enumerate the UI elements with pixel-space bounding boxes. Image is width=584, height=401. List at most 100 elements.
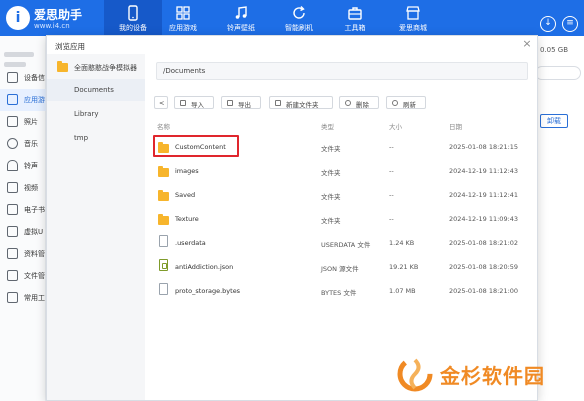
column-size[interactable]: 大小 xyxy=(389,121,402,131)
book-icon xyxy=(7,204,18,215)
sidebar-item-music[interactable]: 音乐 xyxy=(0,133,46,155)
table-row[interactable]: Saved 文件夹 -- 2024-12-19 11:12:41 xyxy=(149,183,537,207)
refresh-icon xyxy=(293,6,305,19)
file-toolbar: < 导入 导出 新建文件夹 删除 刷新 xyxy=(154,96,534,110)
file-date: 2024-12-19 11:12:41 xyxy=(449,191,519,199)
file-type: 文件夹 xyxy=(321,217,341,225)
sidebar-item-label: 虚拟U xyxy=(24,228,44,236)
file-date: 2025-01-08 18:21:15 xyxy=(449,143,519,151)
app-name: 爱思助手 xyxy=(34,8,83,22)
sidebar-item-label: 应用游 xyxy=(24,96,45,104)
file-list-header: 名称 类型 大小 日期 xyxy=(149,118,537,132)
sidebar-item-file-manager[interactable]: 文件管 xyxy=(0,265,46,287)
column-type[interactable]: 类型 xyxy=(321,121,334,131)
sidebar: 设备信 应用游 照片 音乐 铃声 视频 电子书 虚拟U 资料管 文件管 常用工 xyxy=(0,36,46,401)
tree-item-library[interactable]: Library xyxy=(47,103,145,125)
watermark: 金杉软件园 xyxy=(396,352,582,398)
folder-icon xyxy=(57,61,68,72)
tree-item-app-root[interactable]: 全面憨憨战争模拟器 xyxy=(47,56,145,78)
refresh-icon xyxy=(392,100,398,106)
dialog-header: 浏览应用 × xyxy=(47,36,537,54)
sidebar-item-apps[interactable]: 应用游 xyxy=(0,89,46,111)
table-row[interactable]: CustomContent 文件夹 -- 2025-01-08 18:21:15 xyxy=(149,135,537,159)
table-row[interactable]: images 文件夹 -- 2024-12-19 11:12:43 xyxy=(149,159,537,183)
top-bar: i 爱思助手 www.i4.cn 我的设备 应用游戏 铃声壁纸 智能刷机 工具箱… xyxy=(0,0,584,36)
usb-icon xyxy=(7,226,18,237)
tree-item-label: 全面憨憨战争模拟器 xyxy=(74,64,137,72)
sidebar-item-label: 视频 xyxy=(24,184,38,192)
watermark-logo-icon xyxy=(397,356,433,392)
refresh-button[interactable]: 刷新 xyxy=(386,96,426,109)
column-date[interactable]: 日期 xyxy=(449,121,462,131)
dialog-title: 浏览应用 xyxy=(55,42,85,51)
search-input[interactable] xyxy=(535,66,581,80)
import-button[interactable]: 导入 xyxy=(174,96,214,109)
tree-item-documents[interactable]: Documents xyxy=(47,79,145,101)
current-path: /Documents xyxy=(163,67,206,75)
delete-icon xyxy=(345,100,351,106)
store-icon xyxy=(406,6,420,20)
folder-icon xyxy=(158,166,169,177)
download-icon[interactable]: ↓ xyxy=(540,16,556,32)
file-size: -- xyxy=(389,167,394,175)
back-button[interactable]: < xyxy=(154,96,168,109)
file-name: antiAddiction.json xyxy=(175,263,234,271)
photo-icon xyxy=(7,116,18,127)
device-name-placeholder xyxy=(4,52,34,57)
file-size: 1.07 MB xyxy=(389,287,416,295)
export-button[interactable]: 导出 xyxy=(221,96,261,109)
menu-icon[interactable]: ≡ xyxy=(562,16,578,32)
path-bar[interactable]: /Documents xyxy=(156,62,528,80)
export-icon xyxy=(227,100,233,106)
sidebar-item-label: 铃声 xyxy=(24,162,38,170)
nav-label: 应用游戏 xyxy=(169,24,197,32)
nav-flash[interactable]: 智能刷机 xyxy=(270,0,328,36)
watermark-text: 金杉软件园 xyxy=(440,364,545,388)
back-arrow-icon: < xyxy=(159,99,165,107)
sidebar-item-data-manager[interactable]: 资料管 xyxy=(0,243,46,265)
table-row[interactable]: antiAddiction.json JSON 源文件 19.21 KB 202… xyxy=(149,255,537,279)
tree-item-label: Library xyxy=(74,110,99,118)
sidebar-item-ringtones[interactable]: 铃声 xyxy=(0,155,46,177)
table-row[interactable]: proto_storage.bytes BYTES 文件 1.07 MB 202… xyxy=(149,279,537,303)
file-icon xyxy=(159,235,168,247)
import-label: 导入 xyxy=(191,101,204,109)
delete-button[interactable]: 删除 xyxy=(339,96,379,109)
table-row[interactable]: Texture 文件夹 -- 2024-12-19 11:09:43 xyxy=(149,207,537,231)
table-row[interactable]: .userdata USERDATA 文件 1.24 KB 2025-01-08… xyxy=(149,231,537,255)
nav-apps-games[interactable]: 应用游戏 xyxy=(154,0,212,36)
json-file-icon xyxy=(159,259,168,271)
folder-icon xyxy=(158,190,169,201)
sidebar-item-ebooks[interactable]: 电子书 xyxy=(0,199,46,221)
tree-item-label: tmp xyxy=(74,134,89,142)
new-folder-button[interactable]: 新建文件夹 xyxy=(269,96,333,109)
nav-label: 铃声壁纸 xyxy=(227,24,255,32)
sidebar-item-label: 照片 xyxy=(24,118,38,126)
nav-ringtones[interactable]: 铃声壁纸 xyxy=(212,0,270,36)
nav-label: 爱思商城 xyxy=(399,24,427,32)
sidebar-item-common-tools[interactable]: 常用工 xyxy=(0,287,46,309)
music-icon xyxy=(235,6,247,19)
brand: i 爱思助手 www.i4.cn xyxy=(4,3,100,33)
tree-item-tmp[interactable]: tmp xyxy=(47,127,145,149)
video-icon xyxy=(7,182,18,193)
sidebar-item-photos[interactable]: 照片 xyxy=(0,111,46,133)
sidebar-item-virtual-usb[interactable]: 虚拟U xyxy=(0,221,46,243)
device-icon xyxy=(7,72,18,83)
file-type: 文件夹 xyxy=(321,169,341,177)
nav-toolbox[interactable]: 工具箱 xyxy=(326,0,384,36)
column-name[interactable]: 名称 xyxy=(157,121,170,131)
bell-icon xyxy=(7,160,18,171)
nav-store[interactable]: 爱思商城 xyxy=(384,0,442,36)
file-size: -- xyxy=(389,191,394,199)
phone-icon xyxy=(128,5,138,21)
app-url: www.i4.cn xyxy=(34,22,70,30)
i4-logo-icon: i xyxy=(6,6,30,30)
export-label: 导出 xyxy=(238,101,251,109)
uninstall-button[interactable]: 卸载 xyxy=(540,114,568,128)
close-icon[interactable]: × xyxy=(521,38,533,50)
sidebar-item-video[interactable]: 视频 xyxy=(0,177,46,199)
folder-tree: 全面憨憨战争模拟器 Documents Library tmp xyxy=(47,54,145,400)
sidebar-item-device-info[interactable]: 设备信 xyxy=(0,67,46,89)
file-name: proto_storage.bytes xyxy=(175,287,241,295)
